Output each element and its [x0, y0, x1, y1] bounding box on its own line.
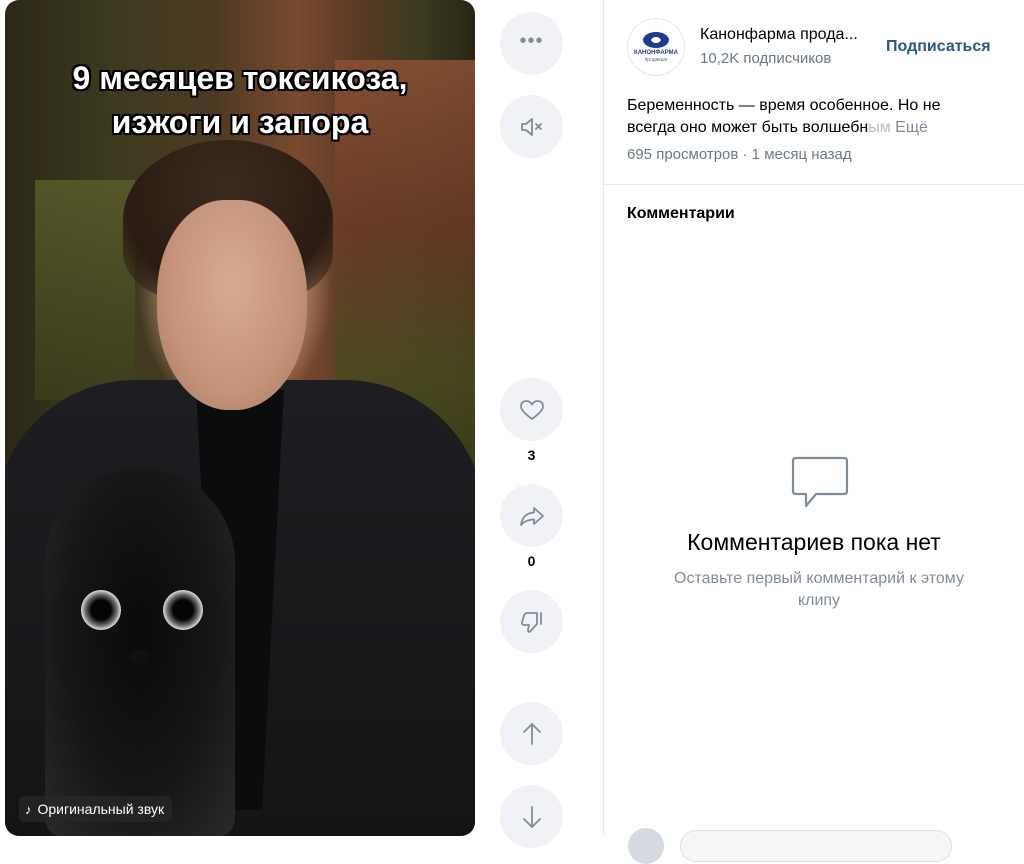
mute-button[interactable]	[500, 95, 563, 158]
person-face	[157, 200, 307, 410]
no-comments-title: Комментариев пока нет	[687, 529, 941, 555]
music-note-icon: ♪	[25, 801, 32, 817]
next-clip-button[interactable]	[500, 785, 563, 848]
thumbs-down-icon	[520, 611, 542, 633]
share-arrow-icon	[519, 506, 544, 526]
arrow-up-icon	[522, 722, 541, 745]
caption-line-2: изжоги и запора	[111, 104, 369, 140]
sound-label: Оригинальный звук	[37, 801, 165, 817]
views-and-date: 695 просмотров · 1 месяц назад	[627, 146, 852, 163]
subscriber-count: 10,2K подписчиков	[700, 50, 832, 67]
like-button[interactable]	[500, 378, 563, 441]
description-line-2-text: всегда оно может быть волшебн	[627, 119, 869, 136]
channel-name[interactable]: Канонфарма прода...	[700, 26, 858, 44]
more-button[interactable]: •••	[500, 12, 563, 75]
comment-bubble-icon	[790, 455, 850, 516]
background-window	[35, 180, 135, 400]
show-more-link[interactable]: Ещё	[895, 119, 928, 136]
kanonpharma-logo-icon	[643, 31, 669, 48]
clip-video[interactable]: 9 месяцев токсикоза, изжоги и запора ♪ О…	[5, 0, 475, 836]
panel-divider	[603, 0, 604, 836]
logo-text: КАНОНФАРМА	[634, 49, 678, 56]
no-comments-subtitle: Оставьте первый комментарий к этому клип…	[674, 570, 964, 609]
cat-nose	[129, 650, 149, 664]
original-sound-chip[interactable]: ♪ Оригинальный звук	[19, 796, 173, 822]
cat-eye-left	[81, 590, 121, 630]
dislike-button[interactable]	[500, 590, 563, 653]
caption-line-1: 9 месяцев токсикоза,	[72, 60, 408, 96]
like-count: 3	[527, 447, 536, 463]
comments-heading: Комментарии	[627, 205, 735, 222]
description-fade: ым	[868, 119, 891, 136]
channel-avatar[interactable]: КАНОНФАРМА продакшн	[627, 18, 685, 76]
heart-icon	[519, 399, 544, 420]
cat-eye-right	[163, 590, 203, 630]
section-divider	[604, 184, 1024, 185]
clip-description: Беременность — время особенное. Но не вс…	[627, 95, 987, 139]
more-horizontal-icon: •••	[519, 29, 544, 52]
arrow-down-icon	[522, 805, 541, 828]
subscribe-button[interactable]: Подписаться	[880, 34, 997, 60]
comment-input[interactable]	[680, 830, 952, 862]
volume-muted-icon	[520, 117, 542, 136]
share-count: 0	[527, 553, 536, 569]
description-line-1: Беременность — время особенное. Но не	[627, 97, 941, 114]
logo-subtext: продакшн	[644, 56, 668, 63]
share-button[interactable]	[500, 484, 563, 547]
video-caption: 9 месяцев токсикоза, изжоги и запора	[5, 56, 475, 144]
previous-clip-button[interactable]	[500, 702, 563, 765]
user-avatar	[628, 828, 664, 864]
description-line-2: всегда оно может быть волшебным Ещё	[627, 117, 987, 139]
